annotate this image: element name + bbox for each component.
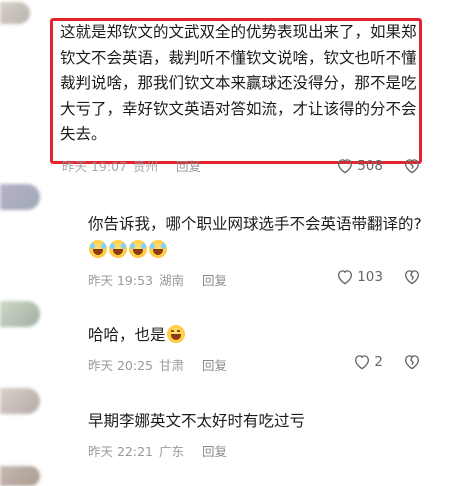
broken-heart-icon bbox=[404, 159, 420, 174]
comment-body: 哈哈，也是 bbox=[88, 322, 441, 348]
avatar[interactable] bbox=[0, 184, 40, 210]
like-count: 2 bbox=[374, 353, 383, 370]
comment-meta: 昨天 20:25 甘肃 回复 bbox=[88, 355, 227, 374]
broken-heart-icon bbox=[404, 355, 420, 370]
comment-text: 这就是郑钦文的文武双全的优势表现出来了，如果郑钦文不会英语，裁判听不懂钦文说啥，… bbox=[60, 23, 417, 143]
reply-button[interactable]: 回复 bbox=[202, 270, 227, 289]
comment-text: 你告诉我，哪个职业网球选手不会英语带翻译的? bbox=[88, 215, 422, 233]
comment-meta: 昨天 22:21 广东 回复 bbox=[88, 441, 227, 460]
reply-button[interactable]: 回复 bbox=[202, 355, 227, 374]
comment-text: 早期李娜英文不太好时有吃过亏 bbox=[88, 412, 306, 430]
comment-location: 贵州 bbox=[133, 159, 159, 174]
like-button[interactable]: 103 bbox=[336, 268, 383, 285]
avatar[interactable] bbox=[0, 466, 40, 486]
avatar[interactable] bbox=[0, 388, 40, 414]
broken-heart-icon bbox=[404, 270, 420, 285]
comment-body: 你告诉我，哪个职业网球选手不会英语带翻译的? bbox=[88, 211, 441, 263]
comment-meta: 昨天 19:07 贵州 回复 bbox=[62, 156, 201, 175]
comment-time: 昨天 19:07 bbox=[62, 159, 127, 174]
laugh-cry-emoji bbox=[129, 240, 147, 258]
comment-location: 广东 bbox=[159, 444, 185, 459]
dislike-button[interactable] bbox=[403, 268, 421, 289]
like-count: 103 bbox=[357, 268, 383, 285]
comment-time: 昨天 19:53 bbox=[88, 273, 153, 288]
laugh-cry-emoji bbox=[149, 240, 167, 258]
laugh-cry-emoji bbox=[89, 240, 107, 258]
comment-location: 湖南 bbox=[159, 273, 185, 288]
comment-location: 甘肃 bbox=[159, 358, 185, 373]
like-button[interactable]: 508 bbox=[336, 157, 383, 174]
avatar[interactable] bbox=[0, 2, 30, 24]
avatar[interactable] bbox=[0, 301, 40, 327]
comment-text: 哈哈，也是 bbox=[88, 326, 166, 344]
comment-time: 昨天 22:21 bbox=[88, 444, 153, 459]
like-count: 508 bbox=[357, 157, 383, 174]
like-button[interactable]: 2 bbox=[353, 353, 383, 370]
comment-time: 昨天 20:25 bbox=[88, 358, 153, 373]
reply-button[interactable]: 回复 bbox=[176, 156, 201, 175]
reply-button[interactable]: 回复 bbox=[202, 441, 227, 460]
heart-icon bbox=[355, 355, 370, 370]
grin-emoji bbox=[166, 325, 185, 343]
comment-meta: 昨天 19:53 湖南 回复 bbox=[88, 270, 227, 289]
heart-icon bbox=[338, 159, 353, 174]
dislike-button[interactable] bbox=[403, 157, 421, 178]
laugh-cry-emoji bbox=[109, 240, 127, 258]
dislike-button[interactable] bbox=[403, 353, 421, 374]
heart-icon bbox=[338, 270, 353, 285]
